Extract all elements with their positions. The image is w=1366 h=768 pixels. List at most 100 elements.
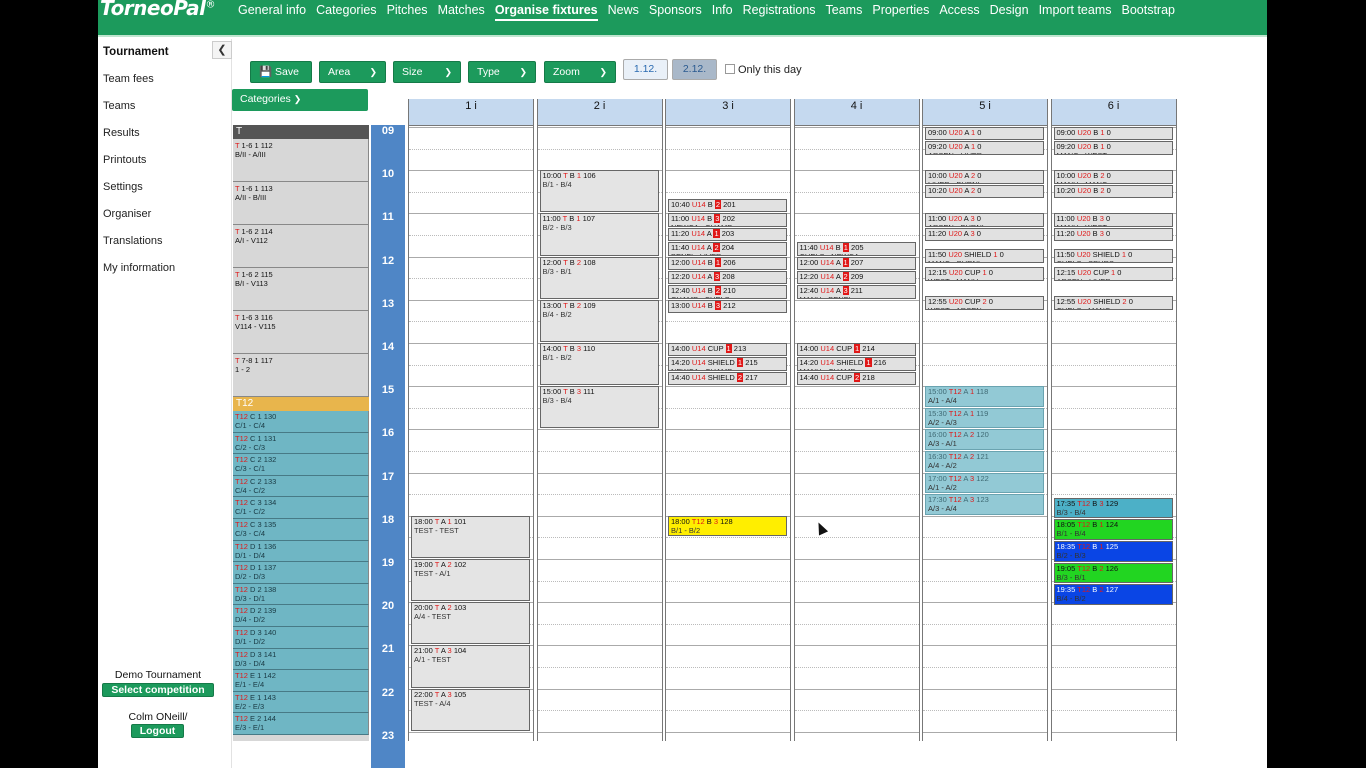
match-block[interactable]: 10:00 T B 1 106 B/1 - B/4: [539, 170, 659, 213]
category-item[interactable]: T12 C 2 133 C/4 - C/2: [233, 475, 369, 498]
match-block[interactable]: 10:20 U20 A 2 0CHELS - ARSEN: [925, 184, 1044, 198]
pitch-header[interactable]: 5 i: [923, 99, 1047, 126]
select-competition-button[interactable]: Select competition: [102, 683, 214, 697]
category-item[interactable]: T12 D 1 137 D/2 - D/3: [233, 562, 369, 584]
match-block[interactable]: 12:40 U14 A 3 211MANU - BENFI: [796, 285, 916, 299]
category-group-header[interactable]: T12: [233, 397, 369, 411]
match-block[interactable]: 13:00 T B 2 109 B/4 - B/2: [539, 299, 659, 342]
sidebar-item-organiser[interactable]: Organiser: [103, 208, 151, 220]
sidebar-item-printouts[interactable]: Printouts: [103, 154, 146, 166]
category-item[interactable]: T12 C 3 135 C/3 - C/4: [233, 518, 369, 541]
match-block[interactable]: 09:00 U20 A 1 0BURNL - CHELS: [925, 127, 1044, 141]
sidebar-item-results[interactable]: Results: [103, 127, 140, 139]
match-block[interactable]: 22:00 T A 3 105 TEST - A/4: [411, 688, 530, 731]
match-block[interactable]: 18:05 T12 B 1 124 B/1 - B/4: [1053, 519, 1173, 540]
match-block[interactable]: 17:30 T12 A 3 123 A/3 - A/4: [925, 494, 1044, 515]
category-item[interactable]: T12 C 3 134 C/1 - C/2: [233, 497, 369, 519]
day-button-2[interactable]: 2.12.: [672, 59, 717, 80]
match-block[interactable]: 11:40 U14 A 2 204BENFI - LIVER: [668, 242, 787, 256]
match-block[interactable]: 14:40 U14 CUP 2 218BENFI - CHELS: [796, 371, 916, 386]
checkbox[interactable]: [725, 64, 735, 74]
match-block[interactable]: 12:00 U14 B 1 206PARCE - CHAMP: [668, 256, 787, 270]
type-dropdown[interactable]: Type ❯: [468, 61, 536, 83]
match-block[interactable]: 19:35 T12 B 2 127 B/4 - B/2: [1053, 584, 1173, 605]
nav-link-matches[interactable]: Matches: [438, 3, 485, 21]
match-block[interactable]: 13:00 U14 B 3 212PARCE - CHELS: [668, 299, 787, 314]
match-block[interactable]: 21:00 T A 3 104 A/1 - TEST: [411, 645, 530, 688]
pitch-header[interactable]: 3 i: [666, 99, 790, 126]
match-block[interactable]: 18:00 T12 B 3 128 B/1 - B/2: [668, 515, 787, 537]
match-block[interactable]: 11:50 U20 SHIELD 1 0MANC - BURNL: [925, 249, 1044, 263]
category-item[interactable]: T12 E 1 143 E/2 - E/3: [233, 691, 369, 714]
category-item[interactable]: T12 E 2 144 E/3 - E/1: [233, 713, 369, 735]
category-item[interactable]: T12 E 1 142 E/1 - E/4: [233, 670, 369, 692]
match-block[interactable]: 11:00 U20 A 3 0ARSEN - BURNL: [925, 213, 1044, 227]
match-block[interactable]: 18:35 T12 B 1 125 B/2 - B/3: [1053, 540, 1173, 562]
chevron-left-icon[interactable]: ❮: [212, 41, 232, 59]
nav-link-categories[interactable]: Categories: [316, 3, 376, 21]
match-block[interactable]: 19:00 T A 2 102 TEST - A/1: [411, 559, 530, 602]
match-block[interactable]: 12:00 U14 A 1 207AJAX - BENFI: [796, 256, 916, 270]
match-block[interactable]: 12:20 U14 A 3 208AJAX - BENFI: [668, 270, 787, 285]
day-button-1[interactable]: 1.12.: [623, 59, 668, 80]
match-block[interactable]: 10:00 U20 B 2 0MANU - MANC: [1053, 170, 1173, 184]
nav-link-import-teams[interactable]: Import teams: [1039, 3, 1112, 21]
nav-link-info[interactable]: Info: [712, 3, 733, 21]
match-block[interactable]: 14:00 U14 CUP 1 213PARCE - CHELS: [668, 343, 787, 357]
only-this-day-checkbox[interactable]: Only this day: [725, 64, 802, 76]
match-block[interactable]: 10:20 U20 B 2 0WEST - SPURS: [1053, 184, 1173, 198]
sidebar-item-my-information[interactable]: My information: [103, 262, 175, 274]
match-block[interactable]: 12:15 U20 CUP 1 0WEST - MANU: [925, 267, 1044, 281]
category-item[interactable]: T12 C 1 131 C/2 - C/3: [233, 432, 369, 455]
nav-link-properties[interactable]: Properties: [872, 3, 929, 21]
category-item[interactable]: T12 C 2 132 C/3 - C/1: [233, 454, 369, 476]
match-block[interactable]: 16:00 T12 A 2 120 A/3 - A/1: [925, 429, 1044, 450]
match-block[interactable]: 17:00 T12 A 3 122 A/1 - A/2: [925, 472, 1044, 494]
category-item[interactable]: T12 D 2 138 D/3 - D/1: [233, 583, 369, 606]
match-block[interactable]: 11:00 U14 B 3 202NEWCA - CHAMP: [668, 213, 787, 227]
match-block[interactable]: 19:05 T12 B 2 126 B/3 - B/1: [1053, 562, 1173, 584]
nav-link-teams[interactable]: Teams: [826, 3, 863, 21]
category-item[interactable]: T 1-6 3 116 V114 - V115: [233, 311, 369, 354]
sidebar-item-translations[interactable]: Translations: [103, 235, 163, 247]
match-block[interactable]: 09:00 U20 B 1 0BURNL - MANU: [1053, 127, 1173, 141]
match-block[interactable]: 11:40 U14 B 1 205CHELS - NEWCA: [796, 242, 916, 256]
category-item[interactable]: T 1-6 2 114 A/I - V112: [233, 225, 369, 268]
zoom-dropdown[interactable]: Zoom ❯: [544, 61, 616, 83]
category-item[interactable]: T12 D 3 141 D/3 - D/4: [233, 648, 369, 671]
category-group-header[interactable]: T: [233, 125, 369, 139]
match-block[interactable]: 14:00 U14 CUP 1 214AJAX - BENFI: [796, 343, 916, 357]
match-block[interactable]: 10:00 U20 A 2 0LIVER - BURNL: [925, 170, 1044, 184]
match-block[interactable]: 09:20 U20 A 1 0ARSEN - LIVER: [925, 141, 1044, 155]
categories-dropdown[interactable]: Categories ❯: [232, 89, 368, 111]
pitch-header[interactable]: 2 i: [537, 99, 662, 126]
nav-link-news[interactable]: News: [608, 3, 639, 21]
nav-link-design[interactable]: Design: [990, 3, 1029, 21]
nav-link-organise-fixtures[interactable]: Organise fixtures: [494, 3, 598, 21]
sidebar-item-teams[interactable]: Teams: [103, 100, 135, 112]
category-item[interactable]: T 7-8 1 117 1 - 2: [233, 354, 369, 397]
match-block[interactable]: 17:35 T12 B 3 129 B/3 - B/4: [1053, 497, 1173, 519]
category-item[interactable]: T12 D 3 140 D/1 - D/2: [233, 626, 369, 649]
match-block[interactable]: 11:00 T B 1 107 B/2 - B/3: [539, 213, 659, 256]
size-dropdown[interactable]: Size ❯: [393, 61, 461, 83]
match-block[interactable]: 11:20 U14 A 1 203LIVER - MANU: [668, 227, 787, 242]
category-item[interactable]: T12 D 1 136 D/1 - D/4: [233, 540, 369, 563]
nav-link-pitches[interactable]: Pitches: [387, 3, 428, 21]
match-block[interactable]: 11:20 U20 B 3 0MANC - SPURS: [1053, 227, 1173, 242]
match-block[interactable]: 15:30 T12 A 1 119 A/2 - A/3: [925, 407, 1044, 429]
category-item[interactable]: T12 C 1 130 C/1 - C/4: [233, 411, 369, 433]
area-dropdown[interactable]: Area ❯: [319, 61, 386, 83]
match-block[interactable]: 14:40 U14 SHIELD 2 217CHAMP - LIVER: [668, 371, 787, 386]
sidebar-item-team-fees[interactable]: Team fees: [103, 73, 154, 85]
nav-link-access[interactable]: Access: [939, 3, 979, 21]
match-block[interactable]: 12:20 U14 A 2 209MANU - AJAX: [796, 270, 916, 285]
match-block[interactable]: 14:20 U14 SHIELD 1 215NEWCA - CHAMP: [668, 357, 787, 371]
match-block[interactable]: 11:50 U20 SHIELD 1 0CHELS - SPURS: [1053, 249, 1173, 263]
logo[interactable]: TorneoPal®: [100, 0, 215, 20]
match-block[interactable]: 15:00 T B 3 111 B/3 - B/4: [539, 386, 659, 429]
category-item[interactable]: T 1-6 1 112 B/II - A/III: [233, 139, 369, 182]
match-block[interactable]: 11:00 U20 B 3 0MANU - WEST: [1053, 213, 1173, 227]
pitch-header[interactable]: 6 i: [1051, 99, 1176, 126]
logout-button[interactable]: Logout: [131, 724, 184, 738]
